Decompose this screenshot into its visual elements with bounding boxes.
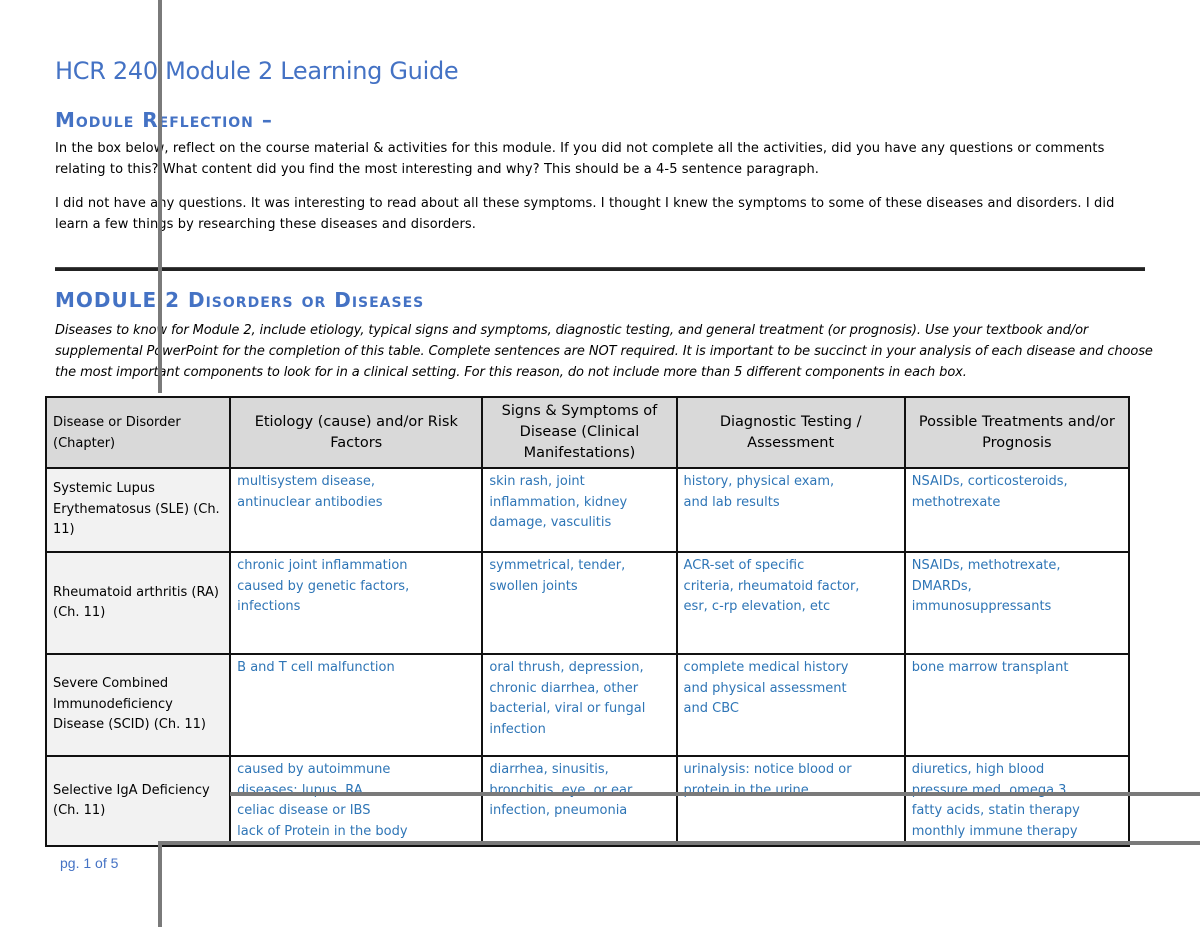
- treatment-cell[interactable]: NSAIDs, methotrexate, DMARDs, immunosupp…: [903, 551, 1131, 655]
- header-symptoms: Signs & Symptoms of Disease (Clinical Ma…: [481, 396, 678, 469]
- overlay-line-horizontal-bottom: [158, 841, 1200, 845]
- etiology-cell[interactable]: chronic joint inflammation caused by gen…: [229, 551, 484, 655]
- symptoms-cell[interactable]: diarrhea, sinusitis, bronchitis, eye, or…: [481, 755, 678, 847]
- page-number: pg. 1 of 5: [60, 855, 119, 871]
- overlay-line-horizontal-mid: [230, 792, 1200, 796]
- reflection-prompt: In the box below, reflect on the course …: [55, 141, 1105, 177]
- document-title: HCR 240 Module 2 Learning Guide: [55, 57, 459, 85]
- table-header-row: Disease or Disorder (Chapter) Etiology (…: [44, 396, 1131, 469]
- header-diagnostic: Diagnostic Testing / Assessment: [675, 396, 906, 469]
- overlay-line-vertical-top: [158, 0, 162, 393]
- diagnostic-cell[interactable]: history, physical exam, and lab results: [675, 467, 906, 553]
- header-treatment: Possible Treatments and/or Prognosis: [903, 396, 1131, 469]
- treatment-cell[interactable]: NSAIDs, corticosteroids, methotrexate: [903, 467, 1131, 553]
- table-row: Severe Combined Immunodeficiency Disease…: [44, 653, 1131, 757]
- symptoms-cell[interactable]: symmetrical, tender, swollen joints: [481, 551, 678, 655]
- diagnostic-cell[interactable]: complete medical history and physical as…: [675, 653, 906, 757]
- treatment-cell[interactable]: bone marrow transplant: [903, 653, 1131, 757]
- disease-name: Rheumatoid arthritis (RA) (Ch. 11): [44, 551, 232, 655]
- diagnostic-cell[interactable]: urinalysis: notice blood or protein in t…: [675, 755, 906, 847]
- header-disease: Disease or Disorder (Chapter): [44, 396, 232, 469]
- table-row: Systemic Lupus Erythematosus (SLE) (Ch. …: [44, 467, 1131, 553]
- disease-name: Systemic Lupus Erythematosus (SLE) (Ch. …: [44, 467, 232, 553]
- symptoms-cell[interactable]: skin rash, joint inflammation, kidney da…: [481, 467, 678, 553]
- disease-name: Severe Combined Immunodeficiency Disease…: [44, 653, 232, 757]
- reflection-heading: Module Reflection –: [55, 108, 273, 132]
- module-heading: MODULE 2 Disorders or Diseases: [55, 288, 425, 312]
- section-divider: [55, 267, 1145, 271]
- symptoms-cell[interactable]: oral thrush, depression, chronic diarrhe…: [481, 653, 678, 757]
- etiology-cell[interactable]: B and T cell malfunction: [229, 653, 484, 757]
- etiology-cell[interactable]: multisystem disease, antinuclear antibod…: [229, 467, 484, 553]
- disease-name: Selective IgA Deficiency (Ch. 11): [44, 755, 232, 847]
- overlay-line-vertical-bottom: [158, 841, 162, 927]
- module-instructions: Diseases to know for Module 2, include e…: [55, 323, 1153, 380]
- table-row: Selective IgA Deficiency (Ch. 11) caused…: [44, 755, 1131, 847]
- table-row: Rheumatoid arthritis (RA) (Ch. 11) chron…: [44, 551, 1131, 655]
- treatment-cell[interactable]: diuretics, high blood pressure med, omeg…: [903, 755, 1131, 847]
- header-etiology: Etiology (cause) and/or Risk Factors: [229, 396, 484, 469]
- diagnostic-cell[interactable]: ACR-set of specific criteria, rheumatoid…: [675, 551, 906, 655]
- disease-table: Disease or Disorder (Chapter) Etiology (…: [44, 396, 1131, 847]
- etiology-cell[interactable]: caused by autoimmune diseases: lupus, RA…: [229, 755, 484, 847]
- reflection-answer[interactable]: I did not have any questions. It was int…: [55, 193, 1145, 235]
